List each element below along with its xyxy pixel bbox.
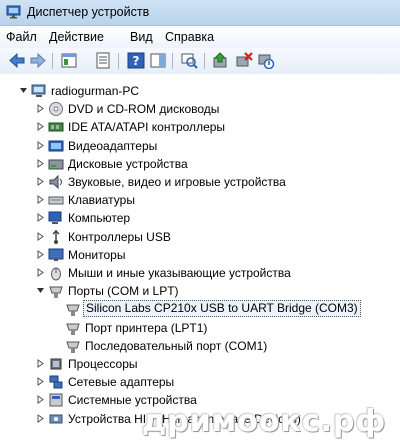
tree-category-node[interactable]: Видеоадаптеры — [0, 137, 400, 155]
tree-category-node[interactable]: Звуковые, видео и игровые устройства — [0, 173, 400, 191]
forward-arrow-icon[interactable] — [29, 52, 47, 69]
expand-arrow-icon[interactable] — [36, 122, 45, 132]
window-title: Диспетчер устройств — [27, 5, 150, 19]
tree-node-label: Компьютер — [68, 211, 131, 226]
expand-arrow-icon[interactable] — [36, 213, 45, 223]
svg-text:?: ? — [133, 54, 140, 68]
toolbar-separator — [204, 53, 205, 69]
menu-view[interactable]: Вид — [130, 30, 153, 44]
expand-arrow-icon[interactable] — [36, 359, 45, 368]
device-tree: radiogurman-PC DVD и CD-ROM дисководы IDE … — [0, 74, 400, 448]
tree-node-label: Звуковые, видео и игровые устройства — [68, 175, 286, 189]
network-adapter-icon — [49, 375, 63, 389]
processor-icon — [50, 358, 62, 370]
tree-category-node[interactable]: Клавиатуры — [0, 191, 400, 209]
menu-help[interactable]: Справка — [165, 30, 214, 44]
expand-arrow-icon[interactable] — [36, 395, 45, 405]
back-arrow-icon[interactable] — [8, 52, 26, 69]
hid-device-icon — [49, 414, 63, 424]
keyboard-icon — [48, 196, 64, 205]
computer-icon — [48, 211, 62, 225]
tree-node-label: Процессоры — [68, 357, 138, 371]
menu-file[interactable]: Файл — [6, 30, 37, 44]
expand-arrow-icon[interactable] — [36, 377, 45, 387]
tree-node-label: Silicon Labs CP210x USB to UART Bridge (… — [83, 300, 361, 318]
tree-root-node[interactable]: radiogurman-PC — [0, 82, 400, 100]
tree-category-node[interactable]: Сетевые адаптеры — [0, 373, 400, 391]
tree-category-node[interactable]: Мыши и иные указывающие устройства — [0, 264, 400, 282]
tree-node-label: DVD и CD-ROM дисководы — [68, 102, 220, 117]
tree-category-node[interactable]: Контроллеры USB — [0, 228, 400, 246]
tree-category-node[interactable]: Компьютер — [0, 209, 400, 227]
disable-device-icon[interactable] — [257, 52, 275, 69]
tree-category-node[interactable]: DVD и CD-ROM дисководы — [0, 100, 400, 118]
mouse-icon — [51, 267, 61, 281]
expand-arrow-icon[interactable] — [36, 195, 45, 205]
show-hide-console-tree-icon[interactable] — [60, 52, 78, 69]
expand-arrow-icon[interactable] — [36, 177, 45, 186]
computer-root-icon — [31, 84, 46, 97]
tree-node-label: Клавиатуры — [68, 193, 135, 208]
tree-category-node[interactable]: Процессоры — [0, 355, 400, 373]
dvd-drive-icon — [49, 102, 63, 117]
expand-arrow-icon[interactable] — [36, 413, 45, 423]
ide-controller-icon — [48, 122, 64, 132]
tree-device-node[interactable]: Silicon Labs CP210x USB to UART Bridge (… — [0, 300, 400, 318]
expand-arrow-icon[interactable] — [36, 104, 45, 114]
toolbar-separator — [52, 53, 53, 69]
update-driver-icon[interactable] — [212, 52, 230, 69]
properties-sheet-icon[interactable] — [94, 52, 112, 69]
scan-hardware-icon[interactable] — [180, 52, 198, 69]
usb-controller-icon — [52, 229, 60, 244]
tree-node-label: Мониторы — [68, 247, 126, 262]
tree-node-label: radiogurman-PC — [51, 84, 140, 98]
toolbar-separator — [172, 53, 173, 69]
title-bar: Диспетчер устройств — [0, 0, 400, 26]
collapse-arrow-icon[interactable] — [36, 286, 45, 295]
help-icon[interactable]: ? — [127, 52, 145, 69]
tree-node-label: Порт принтера (LPT1) — [85, 320, 208, 335]
tree-device-node[interactable]: Порт принтера (LPT1) — [0, 319, 400, 337]
tree-node-label: Сетевые адаптеры — [68, 375, 175, 390]
port-icon — [49, 286, 63, 299]
monitor-icon — [48, 248, 64, 261]
tree-category-node[interactable]: Дисковые устройства — [0, 155, 400, 173]
tree-category-node[interactable]: Мониторы — [0, 246, 400, 264]
tree-node-label: Последовательный порт (COM1) — [85, 338, 268, 353]
expand-arrow-icon[interactable] — [36, 140, 45, 150]
toolbar-separator — [118, 53, 119, 69]
uninstall-device-icon[interactable] — [235, 52, 253, 69]
collapse-arrow-icon[interactable] — [19, 86, 28, 95]
com-port-icon — [66, 323, 80, 335]
tree-category-node[interactable]: Порты (COM и LPT) — [0, 282, 400, 300]
device-manager-icon — [6, 5, 21, 19]
tree-node-label: Дисковые устройства — [68, 156, 188, 171]
tree-node-label: Порты (COM и LPT) — [68, 284, 179, 299]
tree-node-label: Мыши и иные указывающие устройства — [68, 266, 291, 280]
expand-arrow-icon[interactable] — [36, 249, 45, 259]
tree-category-node[interactable]: IDE ATA/ATAPI контроллеры — [0, 118, 400, 136]
video-adapter-icon — [48, 140, 64, 152]
watermark-text: дримоокс.рф — [142, 404, 387, 439]
toolbar: ? — [0, 48, 400, 75]
com-port-icon — [66, 304, 80, 317]
menu-action[interactable]: Действие — [49, 30, 104, 44]
system-device-icon — [49, 393, 63, 407]
sound-device-icon — [49, 174, 62, 190]
disk-drive-icon — [48, 159, 64, 170]
tree-device-node[interactable]: Последовательный порт (COM1) — [0, 337, 400, 355]
expand-arrow-icon[interactable] — [36, 268, 45, 277]
expand-arrow-icon[interactable] — [36, 158, 45, 168]
com-port-icon — [66, 341, 80, 353]
action-pane-icon[interactable] — [149, 52, 167, 69]
tree-node-label: IDE ATA/ATAPI контроллеры — [68, 120, 226, 135]
expand-arrow-icon[interactable] — [36, 231, 45, 241]
tree-node-label: Контроллеры USB — [68, 229, 171, 244]
menu-bar: Файл Действие Вид Справка — [0, 26, 400, 49]
tree-node-label: Видеоадаптеры — [68, 138, 158, 153]
